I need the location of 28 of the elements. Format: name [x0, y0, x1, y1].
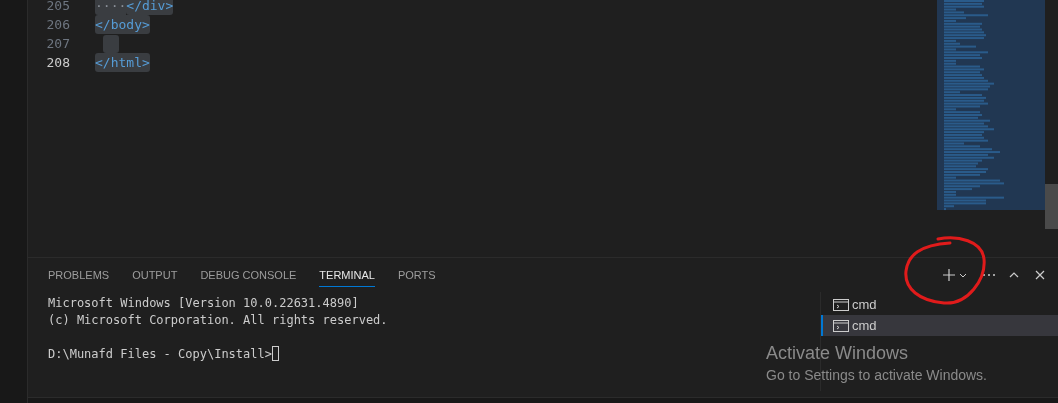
terminal-icon	[833, 298, 849, 311]
terminal-line: Microsoft Windows [Version 10.0.22631.4890]	[48, 294, 359, 312]
panel-tab[interactable]: PORTS	[397, 262, 436, 288]
selection-highlight	[103, 34, 119, 53]
cursor	[271, 346, 279, 361]
line-number: 205	[45, 0, 70, 15]
terminal-line: (c) Microsoft Corporation. All rights reserved.	[48, 311, 388, 329]
panel-tab[interactable]: TERMINAL	[319, 262, 375, 288]
activation-message: Go to Settings to activate Windows.	[766, 366, 987, 385]
line-number: 206	[45, 15, 70, 34]
panel-tab[interactable]: OUTPUT	[132, 262, 178, 288]
terminal-prompt: D:\Munafd Files - Copy\Install>	[48, 345, 272, 363]
terminal-icon	[833, 319, 849, 332]
code-text: </div>	[126, 0, 174, 16]
more-icon[interactable]	[982, 273, 996, 277]
code-text: </body>	[95, 14, 150, 35]
add-icon[interactable]	[942, 268, 956, 282]
line-number: 208	[45, 53, 70, 72]
scrollbar-thumb[interactable]	[1045, 184, 1058, 229]
panel-tab[interactable]: DEBUG CONSOLE	[200, 262, 297, 288]
activation-title: Activate Windows	[766, 342, 910, 365]
indent-marker: ····	[95, 0, 127, 16]
panel-tab[interactable]: PROBLEMS	[48, 262, 110, 288]
terminal-instance[interactable]: cmd	[821, 315, 1058, 336]
code-text: </html>	[95, 52, 150, 73]
line-number: 207	[45, 34, 70, 53]
close-icon[interactable]	[1034, 269, 1046, 281]
terminal-instance[interactable]: cmd	[821, 294, 1058, 315]
